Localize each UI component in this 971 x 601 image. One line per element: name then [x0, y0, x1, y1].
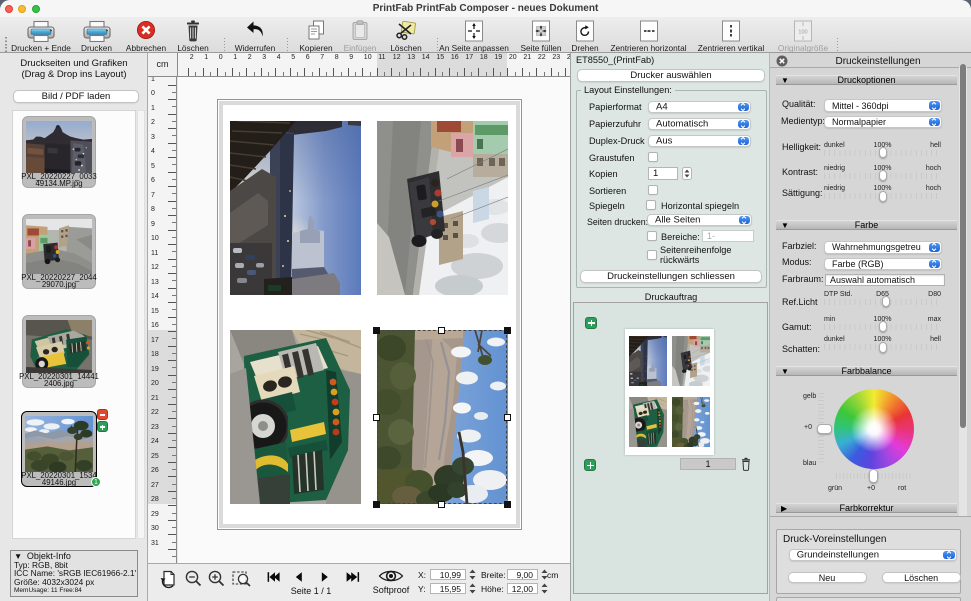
svg-text:100: 100	[798, 30, 807, 36]
